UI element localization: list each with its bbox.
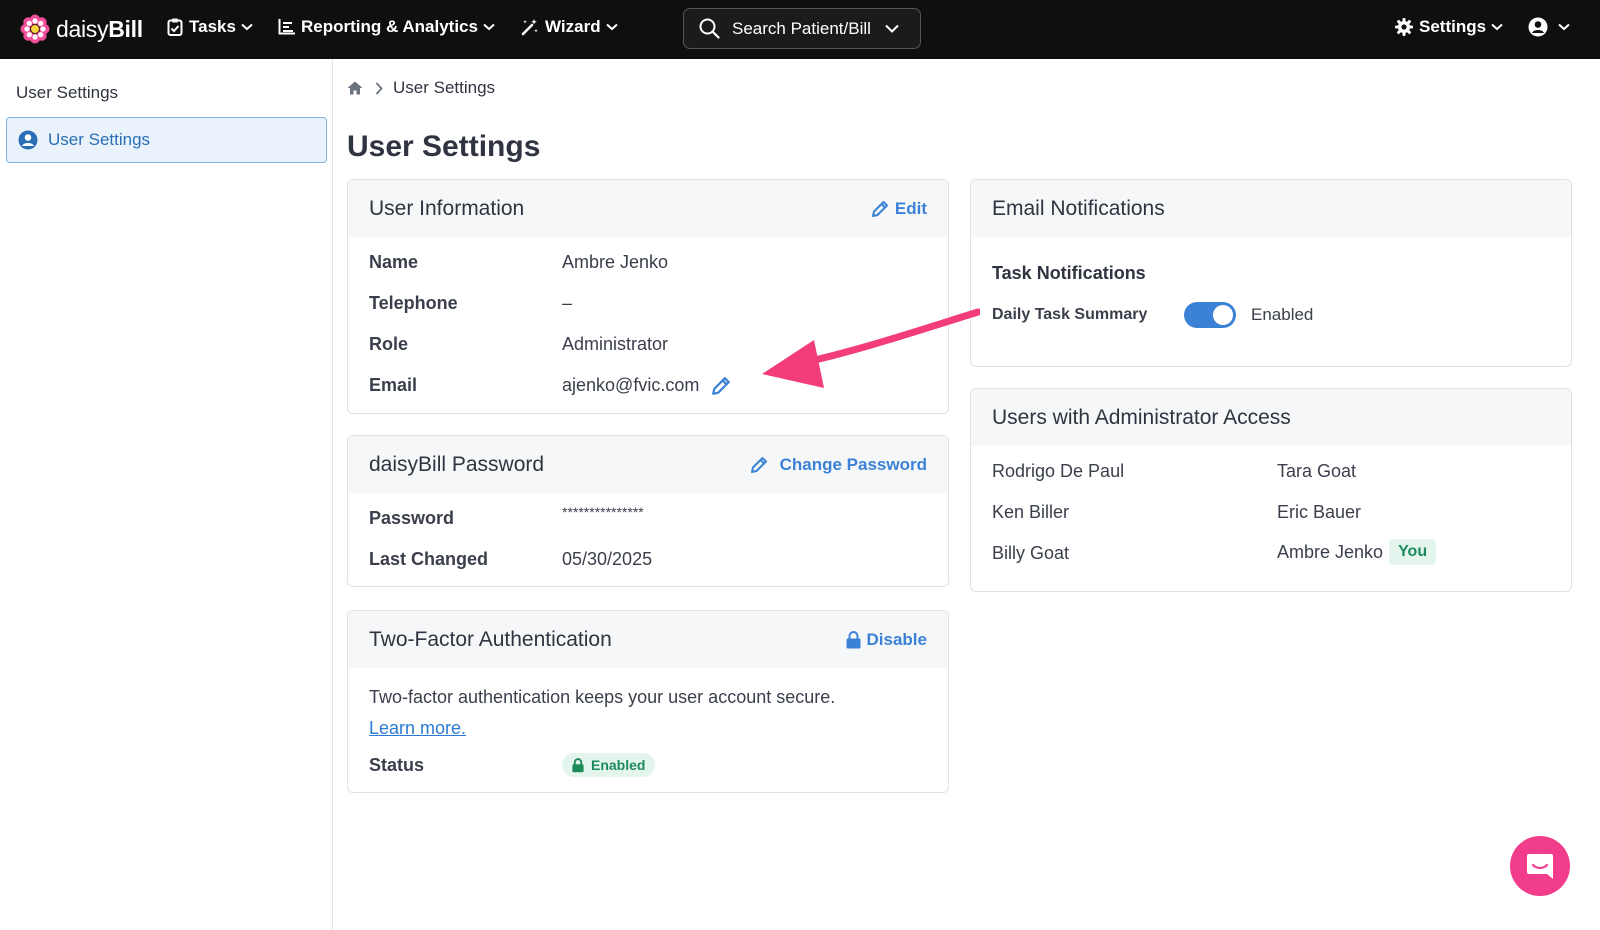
chevron-down-icon [483, 23, 495, 31]
magic-wand-icon [521, 19, 538, 36]
chat-launcher-button[interactable] [1510, 836, 1570, 896]
card-header: daisyBill Password Change Password [348, 436, 948, 493]
gear-icon [1395, 18, 1413, 36]
daily-task-summary-row: Daily Task Summary Enabled [992, 302, 1313, 328]
lock-icon [572, 757, 584, 772]
card-header: User Information Edit [348, 180, 948, 237]
task-notifications-heading: Task Notifications [992, 263, 1146, 283]
toggle-knob [1213, 305, 1233, 325]
user-account-menu[interactable] [1528, 17, 1570, 37]
nav-settings[interactable]: Settings [1395, 17, 1503, 37]
admin-name: Rodrigo De Paul [992, 461, 1125, 481]
chevron-down-icon [1491, 23, 1503, 31]
user-circle-icon [1528, 17, 1548, 37]
page-title: User Settings [347, 130, 541, 163]
nav-tasks[interactable]: Tasks [167, 17, 253, 37]
card-header: Email Notifications [971, 180, 1571, 237]
pencil-icon [750, 456, 767, 473]
password-card: daisyBill Password Change Password Passw… [347, 435, 949, 587]
card-header: Users with Administrator Access [971, 389, 1571, 446]
edit-email-pencil-icon[interactable] [711, 376, 731, 396]
change-password-button[interactable]: Change Password [750, 455, 927, 475]
sidebar-title: User Settings [16, 83, 119, 102]
chevron-right-icon [375, 81, 383, 95]
chevron-down-icon [1558, 23, 1570, 31]
card-title: User Information [369, 196, 525, 220]
admin-name: Billy Goat [992, 543, 1070, 563]
daily-task-summary-toggle[interactable] [1184, 302, 1236, 328]
user-circle-icon [18, 130, 38, 150]
card-header: Two-Factor Authentication Disable [348, 611, 948, 668]
annotation-arrow [762, 308, 980, 388]
two-factor-description: Two-factor authentication keeps your use… [369, 687, 836, 738]
chat-icon [1527, 854, 1553, 879]
daisy-logo-icon [20, 14, 50, 44]
admin-name-current-user: Ambre Jenko You [1277, 539, 1437, 565]
search-icon [699, 18, 720, 39]
two-factor-card: Two-Factor Authentication Disable Two-fa… [347, 610, 949, 793]
breadcrumb-current: User Settings [393, 78, 496, 97]
card-title: Two-Factor Authentication [369, 627, 612, 651]
lock-icon [846, 630, 861, 648]
chevron-down-icon [241, 23, 253, 31]
logo-text: daisyBill [56, 15, 143, 42]
admin-name: Eric Bauer [1277, 502, 1362, 522]
chevron-down-icon [885, 24, 899, 33]
you-badge: You [1389, 539, 1437, 565]
card-title: Email Notifications [992, 196, 1165, 220]
disable-2fa-button[interactable]: Disable [846, 630, 927, 650]
email-value: ajenko@fvic.com [562, 375, 700, 395]
breadcrumb: User Settings [347, 78, 495, 98]
chevron-down-icon [605, 23, 618, 31]
clipboard-icon [167, 18, 183, 36]
daisybill-logo[interactable]: daisyBill [20, 14, 143, 44]
admin-name: Ken Biller [992, 502, 1070, 522]
top-navbar: daisyBill Tasks Reporting & Analytics Wi… [0, 0, 1600, 59]
password-mask: *************** [562, 504, 644, 520]
chart-bars-icon [278, 19, 295, 35]
admin-name: Tara Goat [1277, 461, 1357, 481]
learn-more-link[interactable]: Learn more. [369, 718, 466, 738]
sidebar-item-label: User Settings [48, 130, 151, 149]
home-icon[interactable] [347, 81, 363, 95]
toggle-state-label: Enabled [1251, 305, 1314, 324]
pencil-icon [871, 200, 888, 217]
administrator-access-card: Users with Administrator Access Rodrigo … [970, 388, 1572, 592]
sidebar: User Settings User Settings [0, 59, 333, 930]
nav-reporting-analytics[interactable]: Reporting & Analytics [278, 17, 495, 37]
nav-wizard[interactable]: Wizard [521, 17, 618, 37]
card-title: daisyBill Password [369, 452, 545, 476]
edit-user-info-button[interactable]: Edit [871, 199, 927, 219]
status-badge: Enabled [562, 753, 656, 777]
sidebar-item-user-settings[interactable]: User Settings [6, 117, 327, 163]
email-notifications-card: Email Notifications Task Notifications D… [970, 179, 1572, 367]
search-patient-bill[interactable]: Search Patient/Bill [683, 8, 921, 49]
card-title: Users with Administrator Access [992, 405, 1291, 429]
